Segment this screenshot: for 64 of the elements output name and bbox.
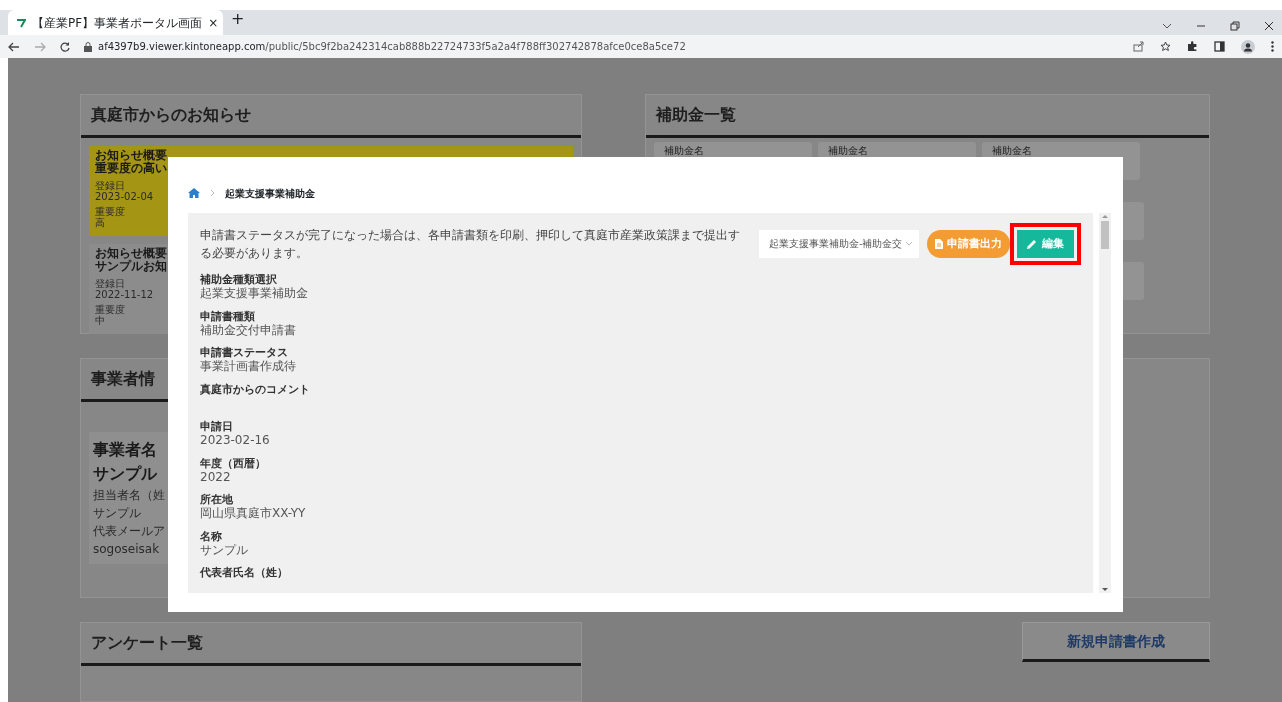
field-label: 名称 xyxy=(200,529,223,543)
date-value: 2022-11-12 xyxy=(95,289,154,301)
panel-title: 真庭市からのお知らせ xyxy=(81,95,581,138)
breadcrumb-current: 起業支援事業補助金 xyxy=(225,186,315,201)
business-detail: 代表メールア xyxy=(93,523,165,540)
more-menu-icon[interactable] xyxy=(1271,41,1274,52)
field-label: 所在地 xyxy=(200,493,234,507)
tab-title: 【産業PF】事業者ポータル画面 xyxy=(32,14,203,32)
field-value: 起業支援事業補助金 xyxy=(200,286,309,301)
date-label: 登録日 xyxy=(95,179,125,192)
date-value: 2023-02-04 xyxy=(95,191,154,203)
browser-tab[interactable]: 【産業PF】事業者ポータル画面 × xyxy=(8,10,223,35)
site-logo-icon xyxy=(16,17,26,28)
scrollbar[interactable] xyxy=(1099,213,1111,593)
date-label: 登録日 xyxy=(95,277,125,290)
chevron-right-icon xyxy=(210,189,215,197)
chevron-down-icon xyxy=(905,241,913,247)
business-name-label: 事業者名 xyxy=(93,439,157,461)
business-name: サンプル xyxy=(93,463,157,485)
scrollbar-thumb[interactable] xyxy=(1101,221,1109,249)
puzzle-piece-icon[interactable] xyxy=(1187,41,1198,52)
field-value: 補助金交付申請書 xyxy=(200,322,297,338)
field-value: 2023-02-16 xyxy=(200,433,271,448)
document-icon xyxy=(935,239,943,249)
field-label: 申請書ステータス xyxy=(200,346,289,360)
importance-label: 重要度 xyxy=(95,304,125,316)
field-value: 事業計画書作成待 xyxy=(200,359,297,374)
notice-summary: サンプルお知 xyxy=(95,260,167,274)
panel-title: アンケート一覧 xyxy=(81,623,581,666)
field-label: 代表者氏名（姓） xyxy=(200,566,289,580)
scroll-down-arrow-icon[interactable] xyxy=(1101,587,1109,593)
business-detail: sogoseisak xyxy=(93,541,160,558)
new-tab-button[interactable]: + xyxy=(223,7,253,35)
back-arrow-icon[interactable] xyxy=(8,41,20,52)
star-icon[interactable] xyxy=(1160,41,1171,52)
field-label: 補助金種類選択 xyxy=(200,273,278,287)
reload-icon[interactable] xyxy=(60,41,70,52)
importance-label: 重要度 xyxy=(95,206,125,218)
notice-summary: お知らせ概要 xyxy=(95,149,167,163)
tab-close-button[interactable]: × xyxy=(208,13,219,32)
notice-text: 申請書ステータスが完了になった場合は、各申請書類を印刷、押印して真庭市産業政策課まで提出する必要があります。 xyxy=(200,227,741,262)
business-detail: サンプル xyxy=(93,505,141,522)
field-label: 真庭市からのコメント xyxy=(200,382,311,396)
chevron-down-icon[interactable] xyxy=(1162,21,1172,31)
side-panel-icon[interactable] xyxy=(1214,41,1225,52)
profile-avatar-icon[interactable] xyxy=(1241,39,1255,54)
business-detail: 担当者名（姓 xyxy=(93,487,165,504)
field-label: 申請日 xyxy=(200,419,234,434)
field-value: 2022 xyxy=(200,469,232,485)
home-icon[interactable] xyxy=(188,188,200,198)
field-label: 年度（西暦） xyxy=(200,456,267,470)
share-icon[interactable] xyxy=(1133,41,1144,52)
importance-value: 高 xyxy=(95,217,105,229)
form-select-dropdown[interactable]: 起業支援事業補助金-補助金交 xyxy=(759,230,919,258)
field-value: サンプル xyxy=(200,542,249,558)
lock-icon xyxy=(84,41,92,52)
notice-summary: お知らせ概要 xyxy=(95,247,167,260)
notice-summary: 重要度の高い xyxy=(95,162,167,176)
field-label: 申請書種類 xyxy=(200,309,256,323)
field-value: 岡山県真庭市XX-YY xyxy=(200,506,307,521)
importance-value: 中 xyxy=(95,315,105,327)
close-icon[interactable] xyxy=(1264,21,1274,31)
panel-title: 補助金一覧 xyxy=(646,95,1209,138)
restore-icon[interactable] xyxy=(1230,21,1240,31)
